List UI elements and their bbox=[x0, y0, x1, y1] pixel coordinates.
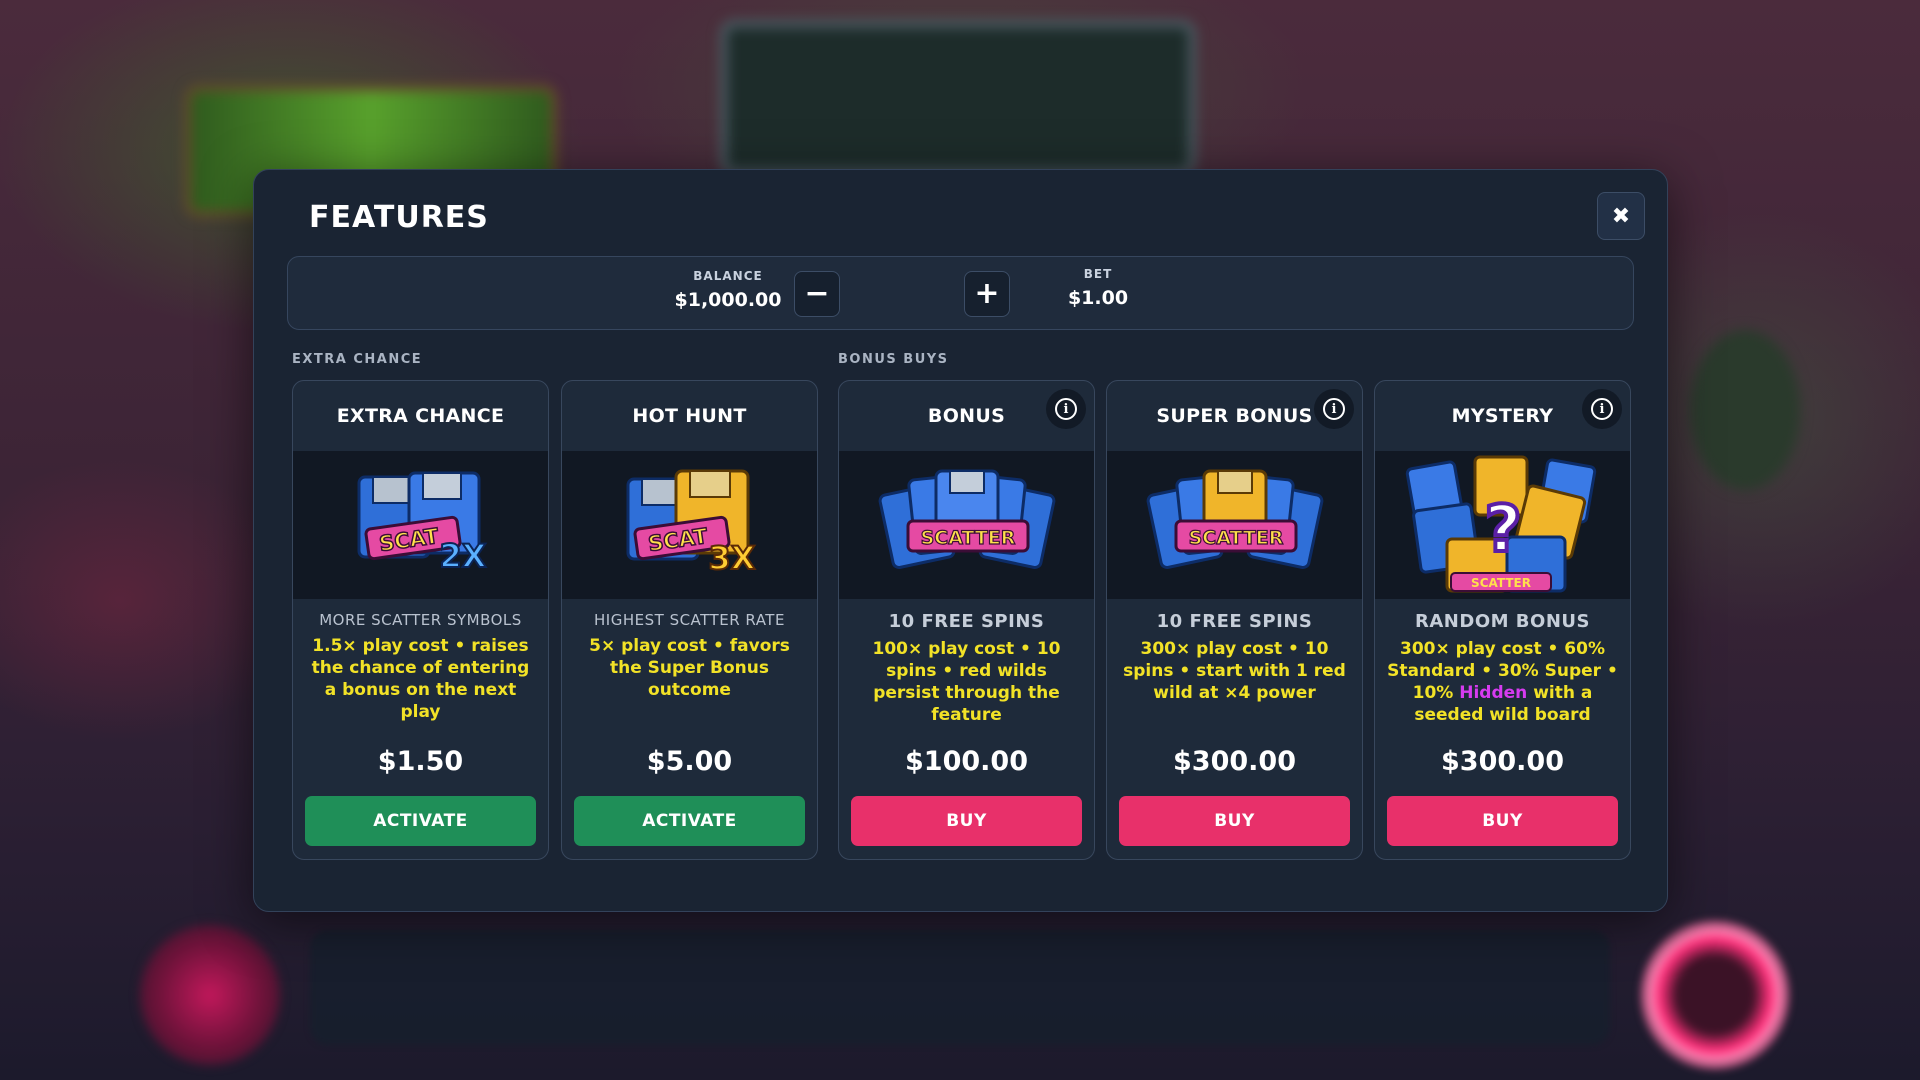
card-subtitle: 10 FREE SPINS bbox=[1156, 611, 1313, 632]
super-bonus-info-button[interactable]: i bbox=[1314, 389, 1354, 429]
card-image: SCAT 3X bbox=[562, 451, 817, 599]
mystery-info-button[interactable]: i bbox=[1582, 389, 1622, 429]
card-description: 5× play cost • favors the Super Bonus ou… bbox=[589, 636, 790, 700]
feature-card-bonus: BONUS i SCATTER 10 FREE SPINS 100× play … bbox=[838, 380, 1095, 860]
card-subtitle: MORE SCATTER SYMBOLS bbox=[319, 611, 522, 629]
feature-card-mystery: MYSTERY i SCATTER ? RANDOM BONUS 300× pl… bbox=[1374, 380, 1631, 860]
card-description-highlight: Hidden bbox=[1459, 683, 1528, 703]
feature-card-extra-chance: EXTRA CHANCE SCAT 2X MORE SCATTER SYMBOL… bbox=[292, 380, 549, 860]
card-title: HOT HUNT bbox=[632, 405, 747, 427]
buy-bonus-button[interactable]: BUY bbox=[851, 796, 1082, 846]
buy-mystery-button[interactable]: BUY bbox=[1387, 796, 1618, 846]
buy-super-bonus-button[interactable]: BUY bbox=[1119, 796, 1350, 846]
card-description: 300× play cost • 10 spins • start with 1… bbox=[1123, 639, 1346, 703]
card-price: $1.50 bbox=[377, 746, 464, 777]
card-price: $5.00 bbox=[646, 746, 733, 777]
card-subtitle: HIGHEST SCATTER RATE bbox=[594, 611, 785, 629]
section-label-extra-chance: EXTRA CHANCE bbox=[292, 352, 423, 367]
card-description: 1.5× play cost • raises the chance of en… bbox=[311, 636, 530, 722]
card-price: $300.00 bbox=[1441, 746, 1564, 777]
card-subtitle: RANDOM BONUS bbox=[1415, 611, 1590, 632]
info-icon: i bbox=[1591, 398, 1613, 420]
balance-label: BALANCE bbox=[693, 269, 763, 283]
activate-extra-chance-button[interactable]: ACTIVATE bbox=[305, 796, 536, 846]
minus-icon: − bbox=[804, 276, 830, 311]
background-sign-center bbox=[720, 20, 1196, 176]
feature-card-hot-hunt: HOT HUNT SCAT 3X HIGHEST SCATTER RATE 5×… bbox=[561, 380, 818, 860]
background-spin-button bbox=[1640, 920, 1790, 1070]
floppy-scatter-stack-icon: SCATTER bbox=[878, 469, 1055, 570]
background-control-bar bbox=[310, 930, 1610, 1045]
floppy-scatter-gold-stack-icon: SCATTER bbox=[1146, 469, 1323, 570]
background-logo bbox=[140, 925, 280, 1065]
features-modal: FEATURES ✖ BALANCE $1,000.00 − BET $1.00… bbox=[253, 169, 1668, 912]
section-label-bonus-buys: BONUS BUYS bbox=[838, 352, 949, 367]
svg-text:SCATTER: SCATTER bbox=[1471, 576, 1531, 590]
card-description: 100× play cost • 10 spins • red wilds pe… bbox=[872, 639, 1061, 725]
modal-title: FEATURES bbox=[309, 200, 489, 235]
card-price: $100.00 bbox=[905, 746, 1028, 777]
info-icon: i bbox=[1055, 398, 1077, 420]
close-icon: ✖ bbox=[1611, 203, 1631, 229]
floppy-scatter-2x-icon: SCAT 2X bbox=[357, 471, 487, 576]
card-description: 300× play cost • 60% Standard • 30% Supe… bbox=[1375, 638, 1630, 726]
floppy-mystery-pile-icon: SCATTER ? bbox=[1405, 455, 1596, 593]
bet-increase-button[interactable]: + bbox=[964, 271, 1010, 317]
activate-hot-hunt-button[interactable]: ACTIVATE bbox=[574, 796, 805, 846]
background-decor-right bbox=[1690, 330, 1800, 490]
balance-value: $1,000.00 bbox=[674, 289, 782, 311]
svg-text:SCATTER: SCATTER bbox=[920, 527, 1015, 549]
info-icon: i bbox=[1323, 398, 1345, 420]
plus-icon: + bbox=[974, 276, 1000, 311]
bet-label: BET bbox=[1083, 267, 1113, 281]
card-price: $300.00 bbox=[1173, 746, 1296, 777]
svg-text:SCATTER: SCATTER bbox=[1188, 527, 1283, 549]
card-title: EXTRA CHANCE bbox=[336, 405, 505, 427]
bet-display: BET $1.00 bbox=[1043, 267, 1153, 309]
bet-value: $1.00 bbox=[1067, 287, 1129, 309]
card-image: SCATTER ? bbox=[1375, 451, 1630, 599]
card-image: SCATTER bbox=[1107, 451, 1362, 599]
bet-decrease-button[interactable]: − bbox=[794, 271, 840, 317]
svg-text:2X: 2X bbox=[439, 537, 486, 575]
card-subtitle: 10 FREE SPINS bbox=[888, 611, 1045, 632]
feature-card-super-bonus: SUPER BONUS i SCATTER 10 FREE SPINS 300×… bbox=[1106, 380, 1363, 860]
floppy-scatter-3x-icon: SCAT 3X bbox=[626, 469, 756, 578]
balance-display: BALANCE $1,000.00 bbox=[663, 269, 793, 311]
svg-text:3X: 3X bbox=[708, 539, 755, 577]
close-button[interactable]: ✖ bbox=[1597, 192, 1645, 240]
wallet-bar: BALANCE $1,000.00 − BET $1.00 + bbox=[287, 256, 1634, 330]
card-image: SCATTER bbox=[839, 451, 1094, 599]
bonus-info-button[interactable]: i bbox=[1046, 389, 1086, 429]
svg-text:?: ? bbox=[1484, 493, 1521, 567]
card-image: SCAT 2X bbox=[293, 451, 548, 599]
